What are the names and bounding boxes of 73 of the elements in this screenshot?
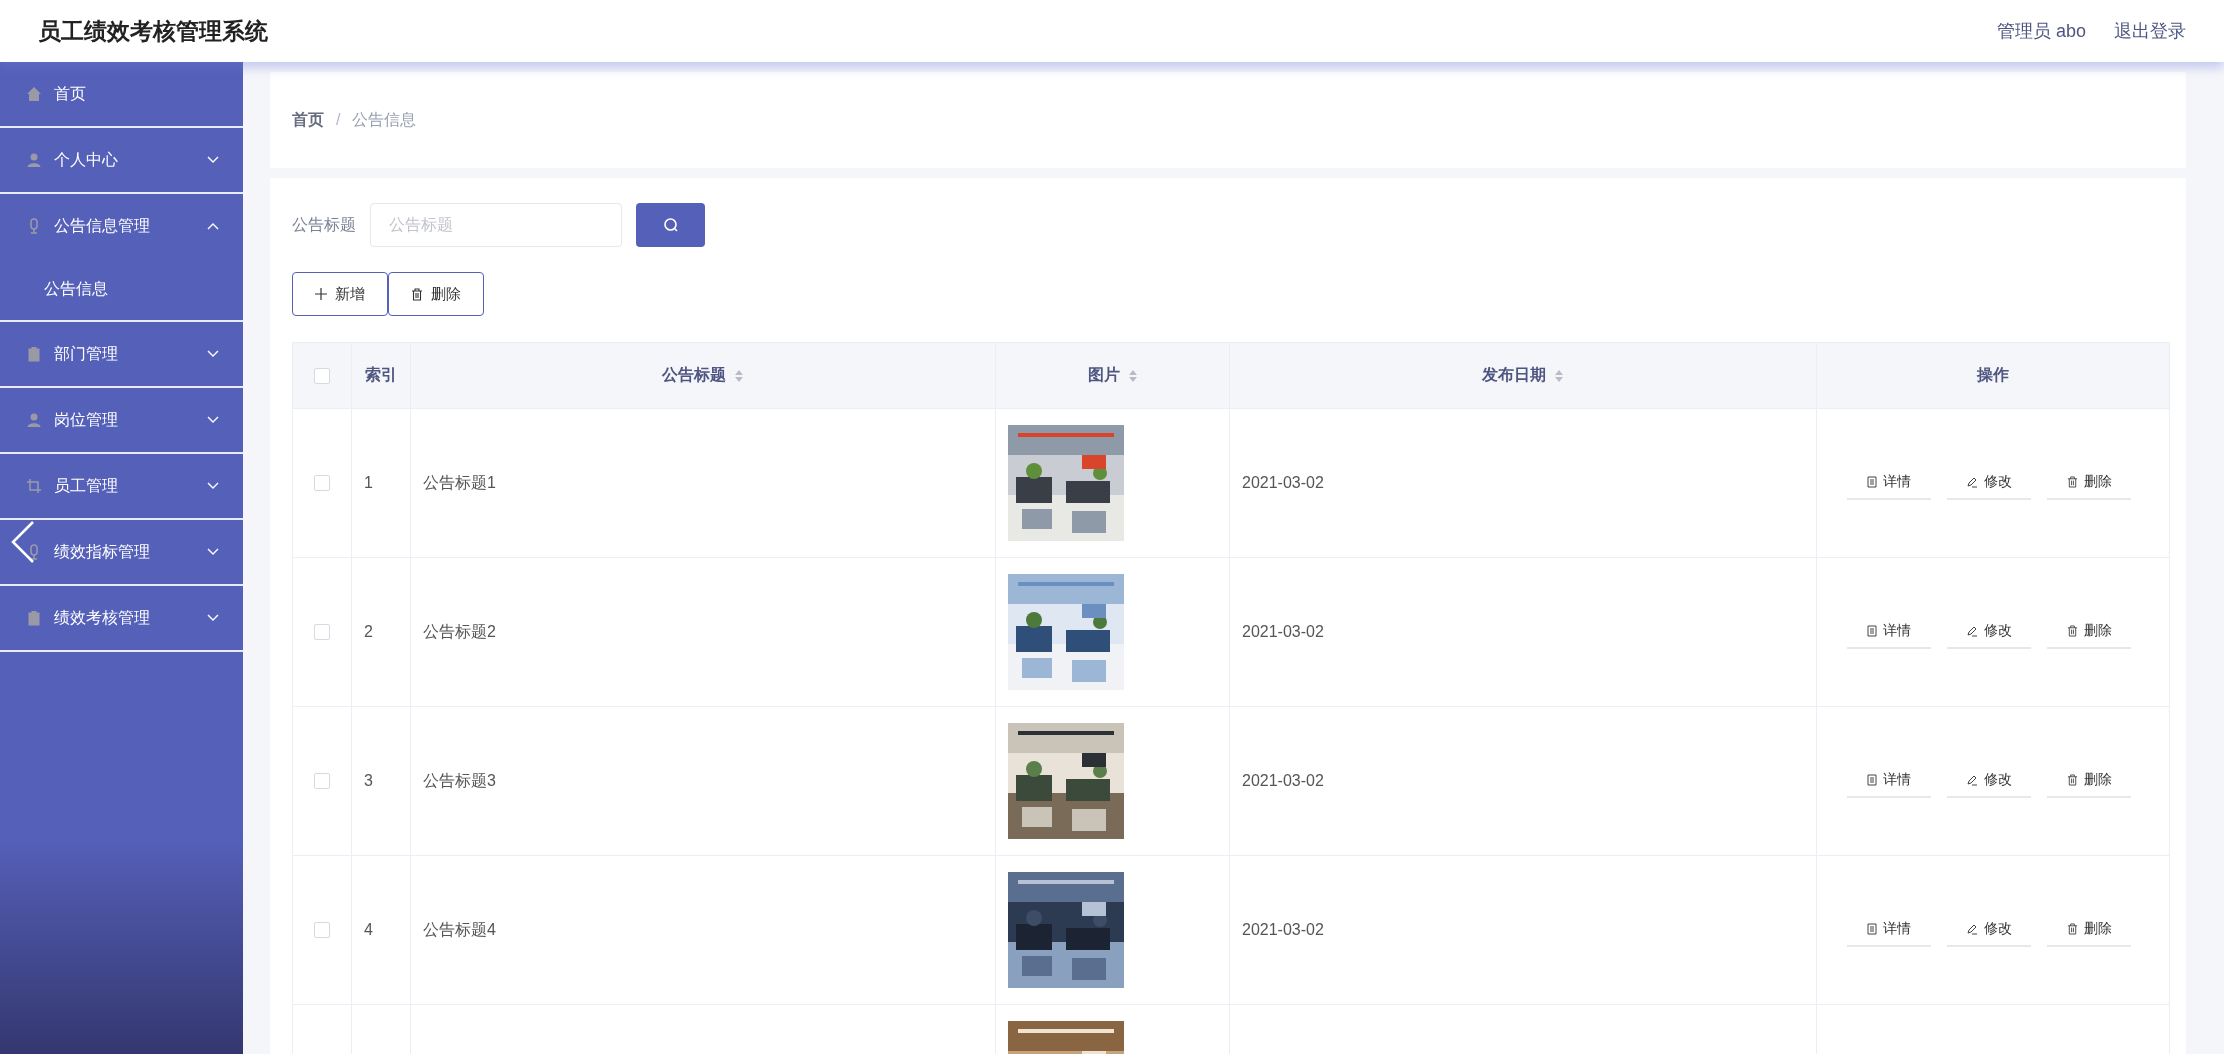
breadcrumb-link[interactable]: 首页 — [292, 109, 324, 131]
column-header[interactable]: 图片 — [996, 343, 1230, 408]
search-button[interactable] — [636, 203, 705, 247]
trash-icon — [411, 287, 423, 301]
person-icon — [26, 412, 42, 428]
select-all-checkbox[interactable] — [314, 367, 330, 384]
table-cell-text: 公告标题3 — [423, 770, 496, 791]
column-header: 操作 — [1975, 365, 2010, 385]
table-cell: 3 — [364, 772, 373, 790]
delete-button[interactable]: 删除 — [388, 272, 484, 316]
table-cell: 2021-03-02 — [1242, 921, 1324, 939]
sidebar-item[interactable]: 部门管理 — [0, 322, 243, 386]
sidebar-item[interactable]: 绩效考核管理 — [0, 586, 243, 650]
document-icon — [1867, 476, 1877, 488]
pencil-icon — [1966, 923, 1978, 935]
plus-icon — [315, 288, 327, 300]
column-header: 索引 — [352, 343, 411, 408]
table-cell: 1 — [364, 474, 373, 492]
table-cell: 4 — [364, 921, 373, 939]
row-checkbox[interactable] — [314, 475, 330, 491]
clipboard-icon — [26, 346, 42, 362]
clipboard-icon — [26, 610, 42, 626]
sidebar-item[interactable]: 个人中心 — [0, 128, 243, 192]
row-checkbox[interactable] — [314, 922, 330, 938]
chevron-icon — [207, 614, 219, 622]
add-button[interactable]: 新增 — [292, 272, 388, 316]
pencil-icon — [1966, 476, 1978, 488]
column-header[interactable]: 公告标题 — [411, 343, 996, 408]
table-cell-text: 公告标题2 — [423, 621, 496, 642]
chevron-icon — [207, 482, 219, 490]
trash-icon — [2066, 774, 2078, 786]
table-cell: 2021-03-02 — [1242, 623, 1324, 641]
breadcrumb-separator: / — [336, 111, 341, 129]
crop-icon — [26, 478, 42, 494]
document-icon — [1867, 774, 1877, 786]
logout-link[interactable]: 退出登录 — [2114, 19, 2186, 43]
trash-icon — [2066, 625, 2078, 637]
user-name: 管理员 abo — [1996, 20, 2086, 43]
table-cell-text: 公告标题4 — [423, 919, 496, 940]
chevron-icon — [207, 416, 219, 424]
chevron-icon — [207, 548, 219, 556]
chevron-icon — [207, 350, 219, 358]
column-header[interactable]: 发布日期 — [1230, 343, 1817, 408]
chevron-left-icon[interactable] — [10, 520, 36, 564]
sidebar-item[interactable]: 首页 — [0, 62, 243, 126]
search-label: 公告标题 — [292, 214, 356, 235]
row-checkbox[interactable] — [314, 624, 330, 640]
sidebar-item[interactable]: 员工管理 — [0, 454, 243, 518]
table-cell: 2 — [364, 623, 373, 641]
search-icon — [662, 217, 679, 233]
trash-icon — [2066, 923, 2078, 935]
table-cell: 2021-03-02 — [1242, 772, 1324, 790]
sort-icon[interactable] — [1554, 368, 1564, 383]
home-icon — [26, 86, 42, 102]
app-title: 员工绩效考核管理系统 — [38, 16, 268, 46]
document-icon — [1867, 625, 1877, 637]
sidebar-item[interactable]: 绩效指标管理 — [0, 520, 243, 584]
pencil-icon — [1966, 625, 1978, 637]
row-checkbox[interactable] — [314, 773, 330, 789]
pencil-icon — [1966, 774, 1978, 786]
document-icon — [1867, 923, 1877, 935]
trash-icon — [2066, 476, 2078, 488]
table-cell: 2021-03-02 — [1242, 474, 1324, 492]
sidebar-item[interactable]: 岗位管理 — [0, 388, 243, 452]
sort-icon[interactable] — [1127, 368, 1138, 383]
table-cell-text: 公告标题1 — [423, 472, 496, 493]
person-icon — [26, 152, 42, 168]
sidebar-item[interactable]: 公告信息管理 — [0, 194, 243, 258]
chevron-icon — [207, 156, 219, 164]
chevron-icon — [207, 222, 219, 230]
search-field[interactable]: 公告标题 — [370, 203, 622, 247]
sort-icon[interactable] — [734, 368, 744, 383]
sidebar-subitem[interactable]: 公告信息 — [0, 258, 243, 320]
